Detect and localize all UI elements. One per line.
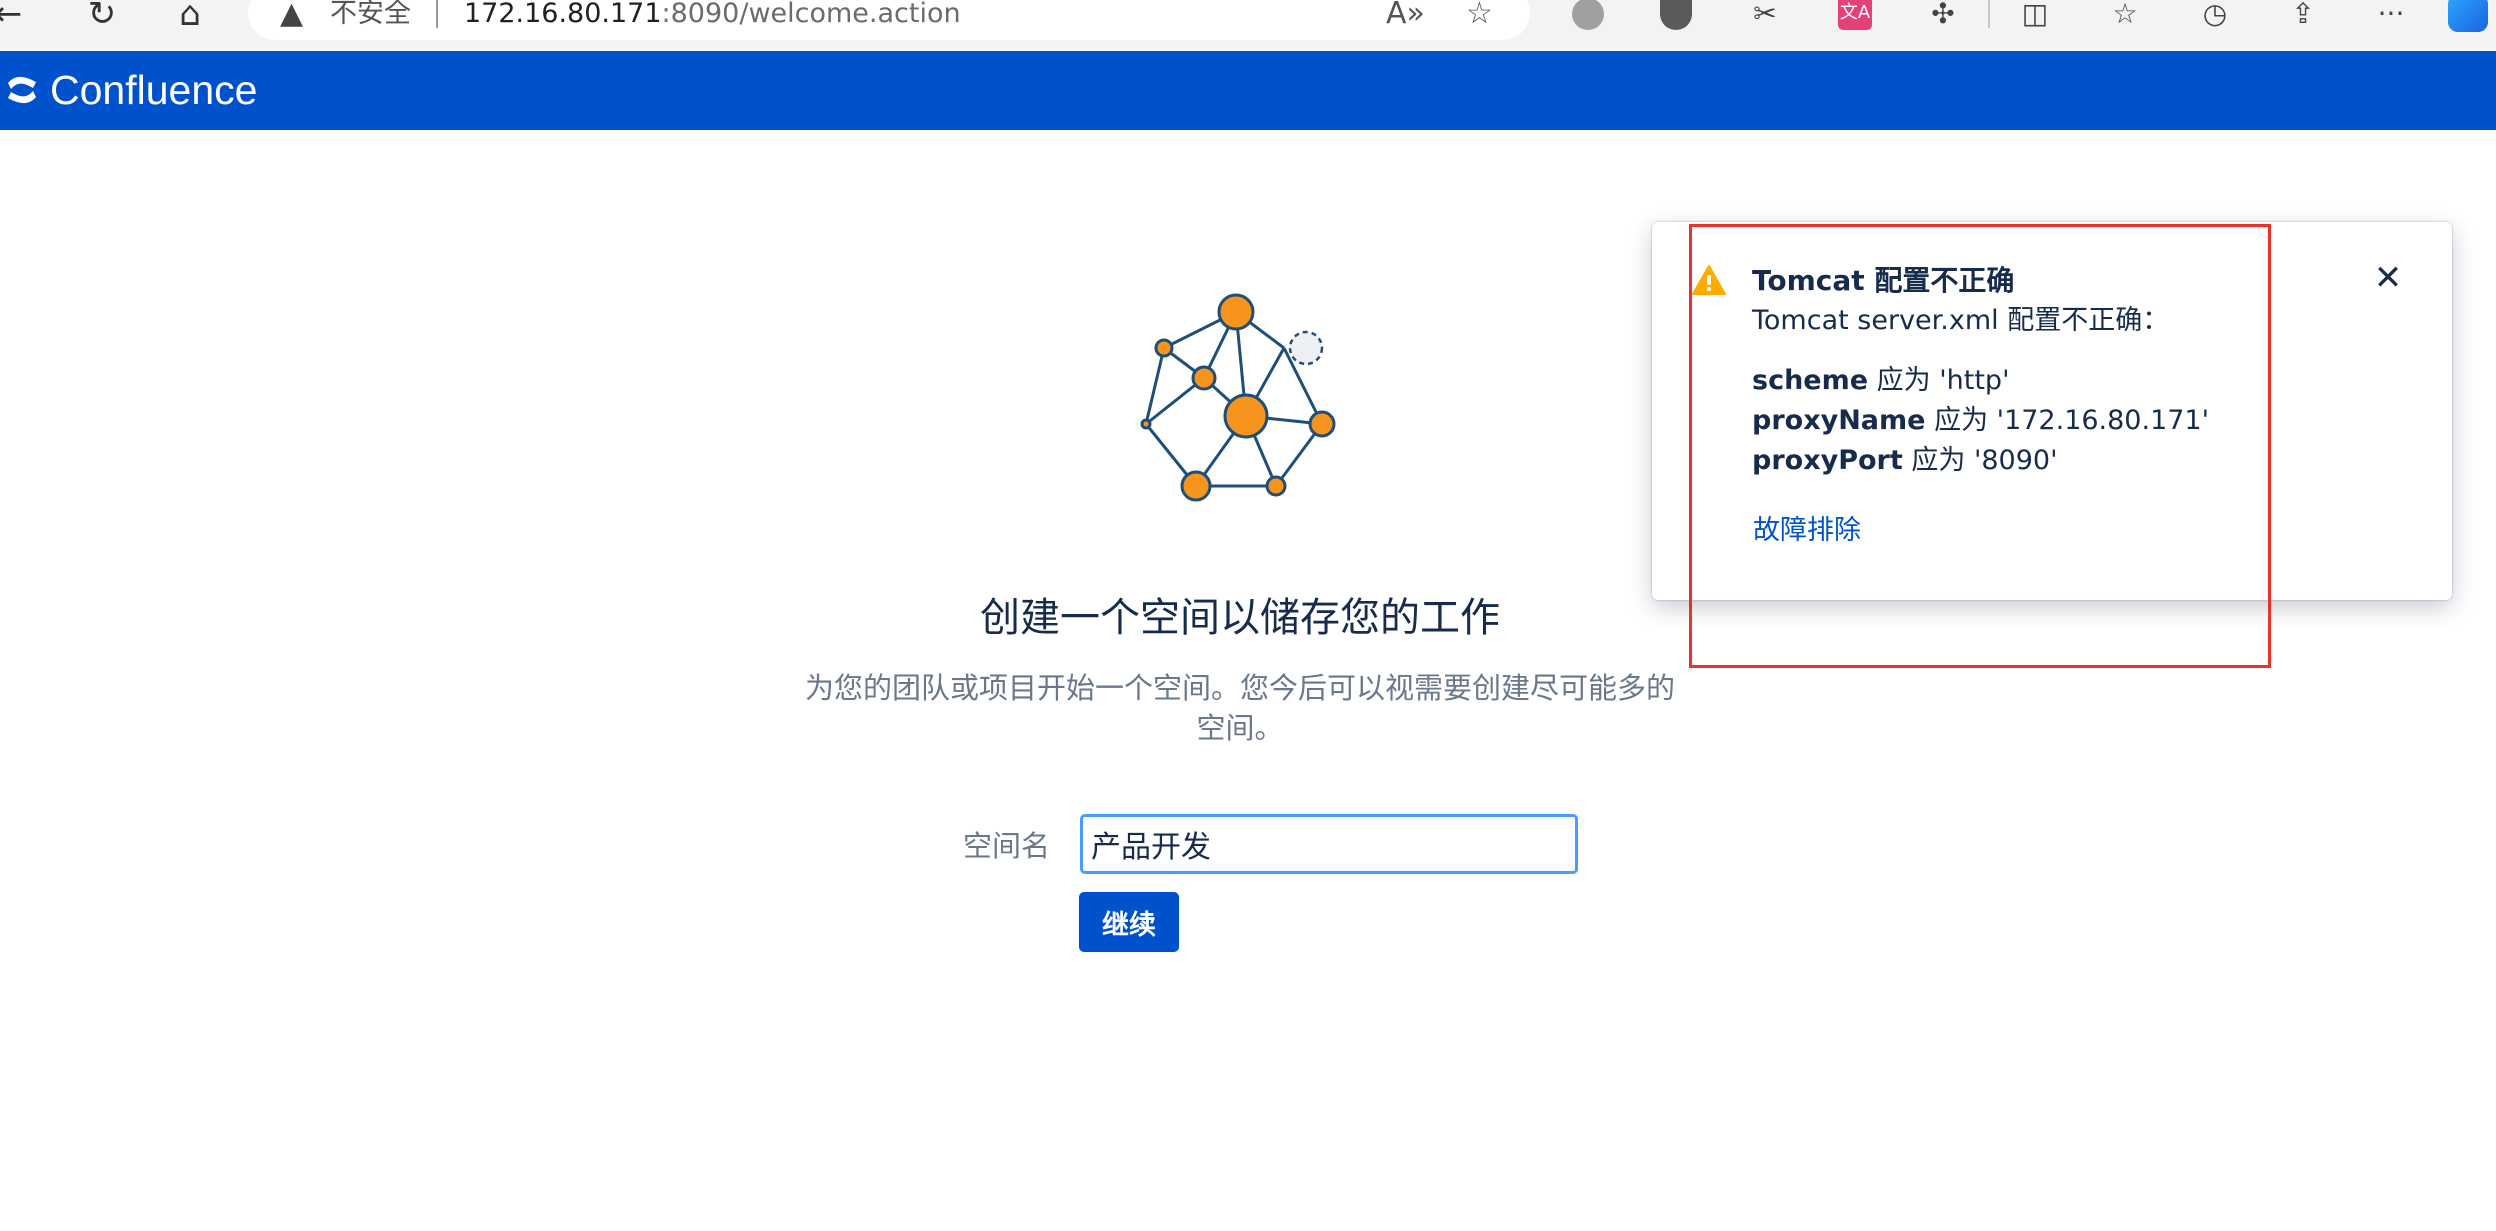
app-header: Confluence — [0, 51, 2496, 130]
extension-shield-icon[interactable] — [1660, 0, 1692, 30]
warning-triangle-icon[interactable]: ▲ — [280, 0, 303, 29]
copilot-icon[interactable] — [2448, 0, 2488, 32]
browser-toolbar: ← ↻ ⌂ ▲ 不安全 172.16.80.171:8090/welcome.a… — [0, 0, 2496, 50]
security-label[interactable]: 不安全 — [330, 0, 411, 28]
space-name-input[interactable] — [1080, 814, 1578, 874]
extension-tool-icon[interactable]: ✂ — [1748, 0, 1782, 30]
page-title: 创建一个空间以储存您的工作 — [980, 595, 1500, 641]
translate-icon[interactable]: 文A — [1838, 0, 1872, 30]
network-illustration — [1140, 293, 1336, 502]
favorite-star-icon[interactable]: ☆ — [1466, 0, 1493, 29]
extension-circle-icon[interactable] — [1572, 0, 1604, 30]
home-icon[interactable]: ⌂ — [166, 0, 214, 34]
continue-button[interactable]: 继续 — [1079, 892, 1179, 952]
history-icon[interactable]: ◷ — [2198, 0, 2232, 30]
url-path: :8090/welcome.action — [661, 0, 961, 29]
toolbar-divider — [1988, 0, 1990, 28]
url-text[interactable]: 172.16.80.171:8090/welcome.action — [464, 0, 961, 28]
read-aloud-icon[interactable]: A» — [1386, 0, 1425, 29]
space-name-label: 空间名 — [962, 829, 1050, 863]
reload-icon[interactable]: ↻ — [78, 0, 126, 34]
favorites-list-icon[interactable]: ☆ — [2108, 0, 2142, 30]
address-divider — [436, 0, 438, 28]
brand-name[interactable]: Confluence — [50, 66, 257, 114]
more-menu-icon[interactable]: ··· — [2374, 0, 2408, 30]
split-screen-icon[interactable]: ◫ — [2018, 0, 2052, 30]
extensions-puzzle-icon[interactable]: ✣ — [1926, 0, 1960, 30]
annotation-highlight-box — [1689, 224, 2271, 668]
share-icon[interactable]: ⇪ — [2286, 0, 2320, 30]
confluence-logo-icon[interactable] — [6, 73, 38, 107]
url-host: 172.16.80.171 — [464, 0, 662, 29]
close-icon[interactable]: ✕ — [2368, 258, 2408, 298]
back-icon[interactable]: ← — [0, 0, 32, 34]
page-description: 为您的团队或项目开始一个空间。您今后可以视需要创建尽可能多的空间。 — [804, 671, 1675, 745]
